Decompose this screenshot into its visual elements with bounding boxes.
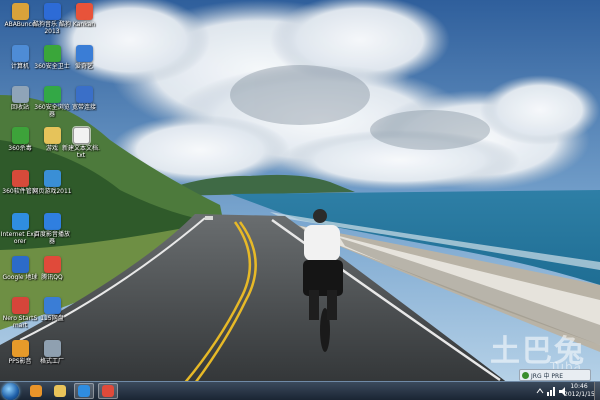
desktop-icon-label: 新建文本文档.txt: [62, 145, 100, 159]
desktop-icon-label: 宽带连接: [71, 104, 96, 111]
network-tray-icon[interactable]: [547, 386, 556, 396]
desktop-icon-label: Kankan: [72, 21, 96, 28]
ie-icon: [11, 213, 29, 230]
taskbar-button[interactable]: [26, 383, 46, 399]
desktop-icon-label: 115网盘: [40, 315, 64, 322]
desktop-icon[interactable]: 爱奇艺: [68, 45, 100, 85]
taskbar-button[interactable]: [74, 383, 94, 399]
music-icon: [43, 3, 61, 20]
desktop-icon[interactable]: 网页游戏2011: [32, 170, 72, 210]
desktop-icon[interactable]: 新建文本文档.txt: [62, 126, 100, 167]
pps-icon: [11, 340, 29, 357]
globe-icon: [11, 256, 29, 273]
software-manager-icon: [11, 170, 29, 187]
show-desktop-button[interactable]: [594, 382, 600, 400]
desktop-icon[interactable]: 腾讯QQ: [36, 256, 68, 296]
desktop-icon-label: 腾讯QQ: [41, 274, 63, 281]
qq-icon: [102, 385, 114, 397]
antivirus-icon: [11, 127, 29, 144]
video-icon: [75, 45, 93, 62]
clock-time: 10:46: [570, 383, 588, 390]
clock[interactable]: 10:46 2012/1/15: [564, 383, 595, 399]
desktop-icon-label: 网页游戏2011: [32, 188, 72, 195]
desktop-icon-label: 格式工厂: [39, 358, 64, 365]
media-icon: [75, 3, 93, 20]
taskbar: 10:46 2012/1/15: [0, 381, 600, 400]
taskbar-button[interactable]: [98, 383, 118, 399]
desktop-icon-label: 爱奇艺: [74, 63, 93, 70]
desktop-icon[interactable]: Kankan: [68, 3, 100, 43]
desktop-icon[interactable]: 格式工厂: [36, 340, 68, 380]
desktop-icon[interactable]: 百度影音播放器: [34, 213, 70, 253]
taskbar-button[interactable]: [50, 383, 70, 399]
browser-icon: [43, 86, 61, 103]
desktop-icon-label: 百度影音播放器: [33, 231, 70, 245]
clock-date: 2012/1/15: [564, 391, 595, 398]
tray-expand-icon[interactable]: [536, 387, 544, 395]
app-icon: [11, 3, 29, 20]
cloud-icon: [43, 297, 61, 314]
windows-explorer-icon: [54, 385, 66, 397]
desktop-icon[interactable]: 115网盘: [36, 297, 68, 337]
desktop[interactable]: ABABunco 酷狗音乐 酷狗2013 Kankan 计算机 360安全卫士 爱奇艺 回收…: [0, 0, 600, 400]
ie-icon: [78, 385, 90, 397]
desktop-icon[interactable]: 宽带连接: [68, 86, 100, 126]
computer-icon: [11, 45, 29, 62]
player-icon: [43, 213, 61, 230]
ime-status-text: JRG 中 PRE: [531, 372, 563, 380]
game-icon: [43, 170, 61, 187]
recycle-bin-icon: [11, 86, 29, 103]
shield-icon: [43, 45, 61, 62]
text-file-icon: [71, 126, 91, 145]
folder-icon: [43, 127, 61, 144]
qq-icon: [43, 256, 61, 273]
disc-icon: [11, 297, 29, 314]
ime-logo-icon: [522, 371, 529, 379]
start-button[interactable]: [2, 383, 19, 400]
media-player-icon: [30, 385, 42, 397]
ime-language-bar[interactable]: JRG 中 PRE: [519, 369, 591, 381]
network-icon: [75, 86, 93, 103]
format-factory-icon: [43, 340, 61, 357]
